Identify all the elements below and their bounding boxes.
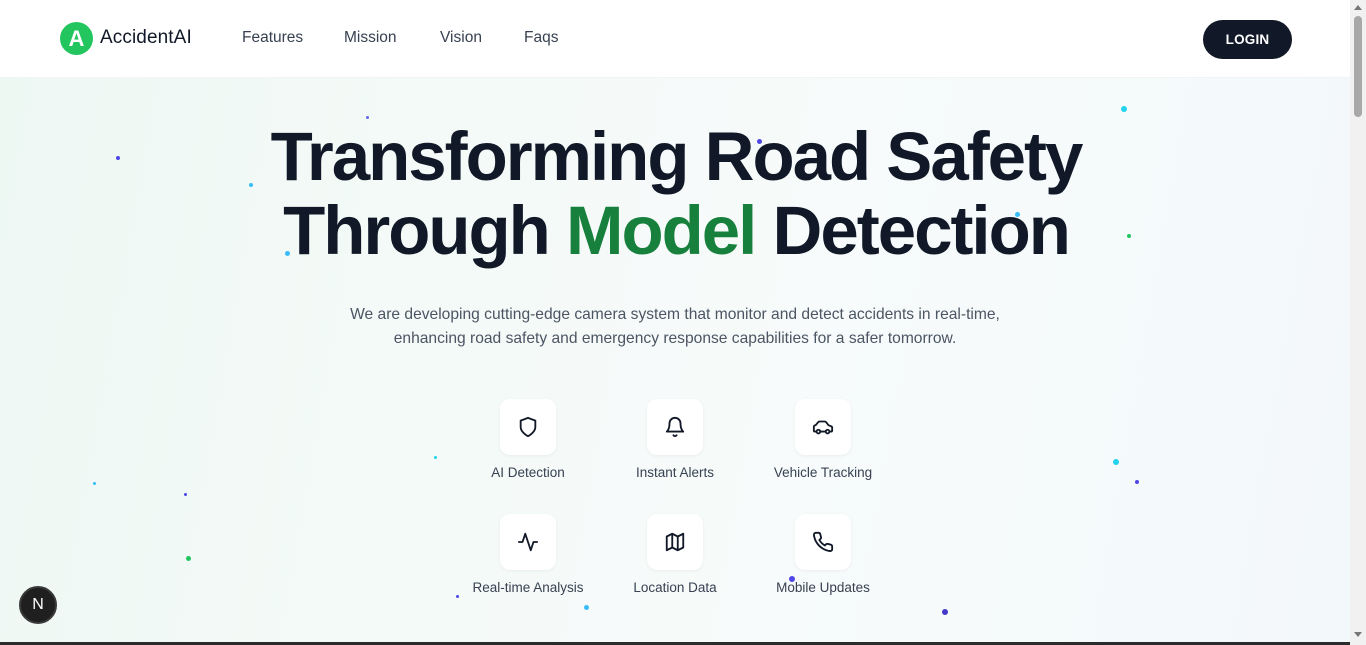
hero-title-line2-end: Detection: [755, 192, 1071, 269]
navbar: A AccidentAI Features Mission Vision Faq…: [0, 0, 1350, 78]
particle-dot: [186, 556, 191, 561]
login-button[interactable]: LOGIN: [1203, 20, 1292, 59]
feature-icon-box: [647, 399, 703, 455]
feature-ai-detection[interactable]: AI Detection: [453, 399, 603, 480]
shield-icon: [519, 416, 537, 438]
feature-icon-box: [500, 514, 556, 570]
scroll-up-arrow-icon[interactable]: [1354, 5, 1362, 10]
feature-label: Real-time Analysis: [472, 580, 584, 595]
feature-vehicle-tracking[interactable]: Vehicle Tracking: [748, 399, 898, 480]
activity-icon: [517, 532, 539, 552]
nav-link-faqs[interactable]: Faqs: [524, 29, 558, 47]
logo-icon[interactable]: A: [60, 22, 93, 55]
nav-link-vision[interactable]: Vision: [440, 29, 482, 47]
hero-title: Transforming Road Safety Through Model D…: [0, 120, 1350, 268]
phone-icon: [813, 531, 834, 552]
bell-icon: [665, 417, 685, 438]
feature-icon-box: [795, 399, 851, 455]
particle-dot: [1121, 106, 1127, 112]
feature-realtime-analysis[interactable]: Real-time Analysis: [453, 514, 603, 595]
scroll-thumb[interactable]: [1354, 16, 1362, 117]
particle-dot: [456, 595, 459, 598]
feature-icon-box: [795, 514, 851, 570]
hero-subtitle: We are developing cutting-edge camera sy…: [350, 306, 1000, 347]
nav-link-mission[interactable]: Mission: [344, 29, 397, 47]
page: A AccidentAI Features Mission Vision Faq…: [0, 0, 1350, 645]
particle-dot: [434, 456, 437, 459]
map-icon: [665, 532, 685, 552]
hero-title-line2-start: Through: [283, 192, 567, 269]
feature-label: AI Detection: [491, 465, 565, 480]
feature-label: Mobile Updates: [776, 580, 870, 595]
nav-link-features[interactable]: Features: [242, 29, 303, 47]
feature-mobile-updates[interactable]: Mobile Updates: [748, 514, 898, 595]
particle-dot: [942, 609, 948, 615]
car-icon: [812, 420, 834, 435]
brand-name[interactable]: AccidentAI: [100, 27, 192, 49]
dev-indicator-button[interactable]: N: [19, 586, 57, 624]
feature-label: Vehicle Tracking: [773, 465, 873, 480]
scroll-down-arrow-icon[interactable]: [1354, 632, 1362, 637]
particle-dot: [93, 482, 96, 485]
hero-title-line1: Transforming Road Safety: [270, 118, 1084, 195]
page-scrollbar[interactable]: [1350, 0, 1366, 645]
hero-title-accent: Model: [566, 192, 757, 269]
feature-instant-alerts[interactable]: Instant Alerts: [600, 399, 750, 480]
feature-label: Location Data: [633, 580, 717, 595]
feature-icon-box: [647, 514, 703, 570]
feature-location-data[interactable]: Location Data: [600, 514, 750, 595]
particle-dot: [584, 605, 589, 610]
particle-dot: [1135, 480, 1139, 484]
feature-label: Instant Alerts: [635, 465, 715, 480]
feature-icon-box: [500, 399, 556, 455]
particle-dot: [1113, 459, 1119, 465]
particle-dot: [184, 493, 187, 496]
